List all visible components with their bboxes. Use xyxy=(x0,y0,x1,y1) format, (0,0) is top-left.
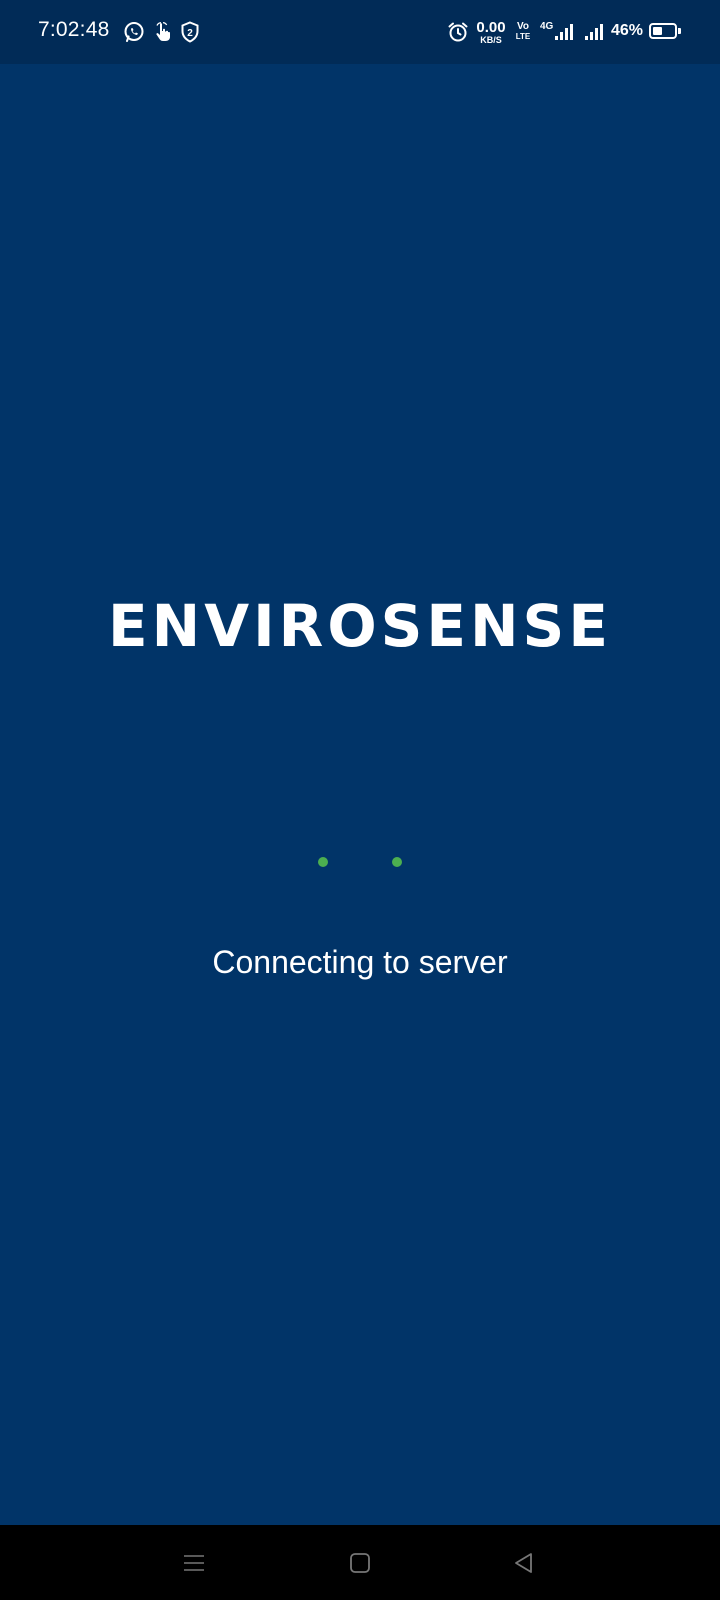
shield-badge-count: 2 xyxy=(187,28,193,39)
loading-dot xyxy=(318,857,328,867)
home-button[interactable] xyxy=(340,1543,380,1583)
shield-badge-icon: 2 xyxy=(178,20,202,44)
whatsapp-icon xyxy=(122,20,146,44)
alarm-icon xyxy=(446,20,470,44)
status-bar: 7:02:48 2 0.00 KB/S Vo LTE 4G 46% xyxy=(0,0,720,64)
hand-pointer-icon xyxy=(151,20,175,44)
network-speed-value: 0.00 xyxy=(476,19,506,36)
battery-tip xyxy=(678,28,681,34)
back-button[interactable] xyxy=(504,1543,544,1583)
volte-top: Vo xyxy=(516,21,530,32)
signal-icon xyxy=(552,20,576,44)
battery-percent: 46% xyxy=(611,22,644,39)
battery-icon xyxy=(649,23,677,39)
menu-icon xyxy=(184,1555,204,1571)
signal-icon xyxy=(582,20,606,44)
home-icon xyxy=(350,1553,370,1573)
network-speed: 0.00 KB/S xyxy=(473,20,509,45)
network-speed-unit: KB/S xyxy=(480,35,502,45)
loading-dot xyxy=(392,857,402,867)
app-brand-title: ENVIROSENSE xyxy=(108,592,612,660)
navigation-bar xyxy=(0,1525,720,1600)
back-icon xyxy=(515,1553,532,1573)
status-time: 7:02:48 xyxy=(38,18,110,41)
battery-level-fill xyxy=(653,27,662,35)
volte-indicator: Vo LTE xyxy=(511,22,535,41)
menu-button[interactable] xyxy=(174,1543,214,1583)
connection-status-message: Connecting to server xyxy=(212,944,508,980)
volte-bottom: LTE xyxy=(515,32,531,41)
